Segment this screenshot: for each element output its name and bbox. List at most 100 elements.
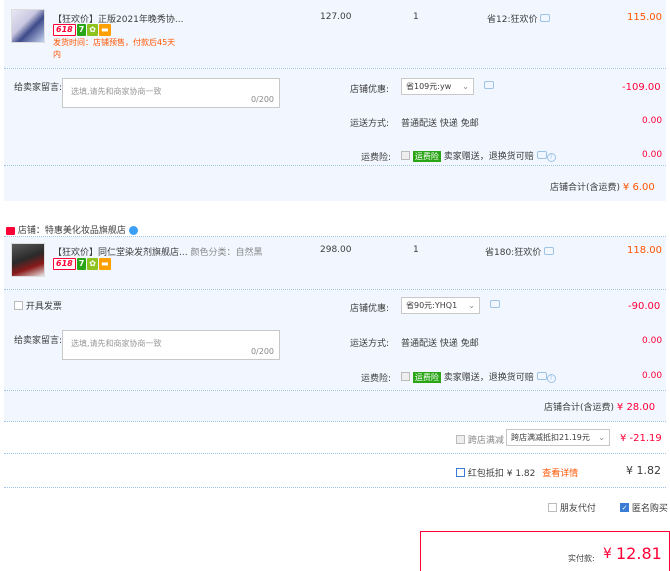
promo-badges: 618 7 ✿ ▬ xyxy=(53,24,112,36)
shop-discount-select[interactable]: 省90元:YHQ1 ⌄ xyxy=(401,297,480,314)
message-placeholder: 选填,请先和商家协商一致 xyxy=(71,87,162,96)
invoice-label: 开具发票 xyxy=(25,302,62,312)
verified-icon xyxy=(128,226,138,235)
ship-method-label: 运送方式: xyxy=(350,119,390,129)
product-title-row: 【狂欢价】同仁堂染发剂旗舰店... 颜色分类：自然黑 xyxy=(53,245,262,258)
shop-total-label: 店铺合计(含运费) xyxy=(550,183,621,193)
anonymous-option[interactable]: ✓ 匿名购买 xyxy=(620,501,668,514)
ship-method-value: 普通配送 快递 免邮 xyxy=(401,339,479,349)
chevron-down-icon: ⌄ xyxy=(462,82,469,91)
help-icon[interactable]: ? xyxy=(546,153,556,162)
item-discount-text: 省12:狂欢价 xyxy=(487,15,538,25)
invoice-option[interactable]: 开具发票 xyxy=(14,299,62,312)
shop-discount-amount: -90.00 xyxy=(628,301,661,312)
leaf-icon: ✿ xyxy=(87,258,98,270)
divider xyxy=(4,453,666,454)
cross-store-amount: ¥ -21.19 xyxy=(620,433,662,444)
shop-total-label: 店铺合计(含运费) xyxy=(544,403,615,413)
help-icon[interactable]: ? xyxy=(546,374,556,383)
red-packet-amount: ¥ 1.82 xyxy=(626,464,661,477)
cross-store-select-value: 跨店满减抵扣21.19元 xyxy=(511,433,590,442)
freight-insurance-checkbox[interactable] xyxy=(401,151,410,160)
item-discount-text: 省180:狂欢价 xyxy=(485,248,542,258)
seller-message-input[interactable]: 选填,请先和商家协商一致 0/200 xyxy=(62,330,280,360)
shop-header: 店铺：特惠美化妆品旗舰店 xyxy=(6,223,138,236)
product-thumbnail[interactable] xyxy=(11,9,45,43)
shop-discount-value: 省90元:YHQ1 xyxy=(406,301,458,310)
promo-badges: 618 7 ✿ ▬ xyxy=(53,258,112,270)
cross-store-discount: 跨店满减 xyxy=(456,433,504,446)
ship-method-amount: 0.00 xyxy=(642,336,663,346)
freight-insurance-text: 卖家赠送，退换货可赔 xyxy=(443,373,534,383)
chat-icon[interactable] xyxy=(536,372,547,380)
shop-total-amount: ¥ 28.00 xyxy=(616,402,656,413)
freight-insurance-amount: 0.00 xyxy=(642,150,663,160)
quantity: 1 xyxy=(413,12,419,22)
shop-icon xyxy=(6,226,15,235)
freight-insurance: 运费险 卖家赠送，退换货可赔 ? xyxy=(401,149,556,162)
leaf-icon: ✿ xyxy=(87,24,98,36)
card-icon: ▬ xyxy=(98,24,111,36)
cross-store-checkbox[interactable] xyxy=(456,435,465,444)
item-subtotal: 115.00 xyxy=(627,12,662,23)
chevron-down-icon: ⌄ xyxy=(598,433,605,442)
view-details-link[interactable]: 查看详情 xyxy=(542,469,578,479)
item-discount: 省12:狂欢价 xyxy=(487,12,551,25)
product-spec: 颜色分类：自然黑 xyxy=(190,248,263,258)
red-packet: 红包抵扣 ¥ 1.82 查看详情 xyxy=(456,466,578,479)
shop-discount-label: 店铺优惠: xyxy=(350,304,390,314)
shop-discount-amount: -109.00 xyxy=(622,82,661,93)
payment-amount: 12.81 xyxy=(616,544,662,563)
item-subtotal: 118.00 xyxy=(627,245,662,256)
friend-pay-option[interactable]: 朋友代付 xyxy=(548,501,596,514)
friend-pay-label: 朋友代付 xyxy=(559,504,596,514)
shop-name[interactable]: 特惠美化妆品旗舰店 xyxy=(45,226,126,236)
shop-name-label: 店铺： xyxy=(17,226,45,236)
cross-store-label: 跨店满减 xyxy=(467,436,504,446)
unit-price: 127.00 xyxy=(320,12,352,22)
freight-insurance-badge: 运费险 xyxy=(412,151,441,162)
seven-day-return-badge: 7 xyxy=(76,258,87,270)
ship-method-label: 运送方式: xyxy=(350,339,390,349)
chat-icon[interactable] xyxy=(540,14,551,22)
chat-icon[interactable] xyxy=(544,247,555,255)
seven-day-return-badge: 7 xyxy=(76,24,87,36)
seller-message-input[interactable]: 选填,请先和商家协商一致 0/200 xyxy=(62,78,280,108)
freight-insurance-label: 运费险: xyxy=(361,374,392,384)
payment-currency: ¥ xyxy=(603,546,612,562)
message-placeholder: 选填,请先和商家协商一致 xyxy=(71,339,162,348)
shipping-time-note: 发货时间：店铺预售，付款后45天内 xyxy=(53,38,176,59)
shop-discount-select[interactable]: 省109元:yw ⌄ xyxy=(401,78,474,95)
friend-pay-checkbox[interactable] xyxy=(548,503,557,512)
message-char-count: 0/200 xyxy=(250,347,274,356)
shop-total: 店铺合计(含运费) ¥ 6.00 xyxy=(550,180,655,193)
ship-method-value: 普通配送 快递 免邮 xyxy=(401,119,479,129)
freight-insurance-text: 卖家赠送，退换货可赔 xyxy=(443,152,534,162)
invoice-checkbox[interactable] xyxy=(14,301,23,310)
freight-insurance-checkbox[interactable] xyxy=(401,372,410,381)
chat-icon[interactable] xyxy=(484,81,494,92)
message-char-count: 0/200 xyxy=(250,95,274,104)
divider xyxy=(4,487,666,488)
payment-label: 实付款: xyxy=(568,554,595,563)
chat-icon[interactable] xyxy=(490,300,500,311)
freight-insurance-badge: 运费险 xyxy=(412,372,441,383)
quantity: 1 xyxy=(413,245,419,255)
red-packet-checkbox[interactable] xyxy=(456,468,465,477)
freight-insurance-label: 运费险: xyxy=(361,153,392,163)
product-title[interactable]: 【狂欢价】同仁堂染发剂旗舰店... xyxy=(53,248,188,258)
chat-icon[interactable] xyxy=(536,151,547,159)
shop-total: 店铺合计(含运费) ¥ 28.00 xyxy=(544,400,655,413)
unit-price: 298.00 xyxy=(320,245,352,255)
message-label: 给卖家留言: xyxy=(14,336,63,346)
freight-insurance: 运费险 卖家赠送，退换货可赔 ? xyxy=(401,370,556,383)
shop-discount-label: 店铺优惠: xyxy=(350,85,390,95)
product-thumbnail[interactable] xyxy=(11,243,45,277)
618-badge: 618 xyxy=(53,258,76,270)
payment-box: 实付款: ¥ 12.81 xyxy=(420,531,670,571)
chevron-down-icon: ⌄ xyxy=(468,301,475,310)
cross-store-select[interactable]: 跨店满减抵扣21.19元 ⌄ xyxy=(506,429,610,446)
shop-total-amount: ¥ 6.00 xyxy=(622,182,655,193)
anonymous-checkbox[interactable]: ✓ xyxy=(620,503,629,512)
item-discount: 省180:狂欢价 xyxy=(485,245,555,258)
